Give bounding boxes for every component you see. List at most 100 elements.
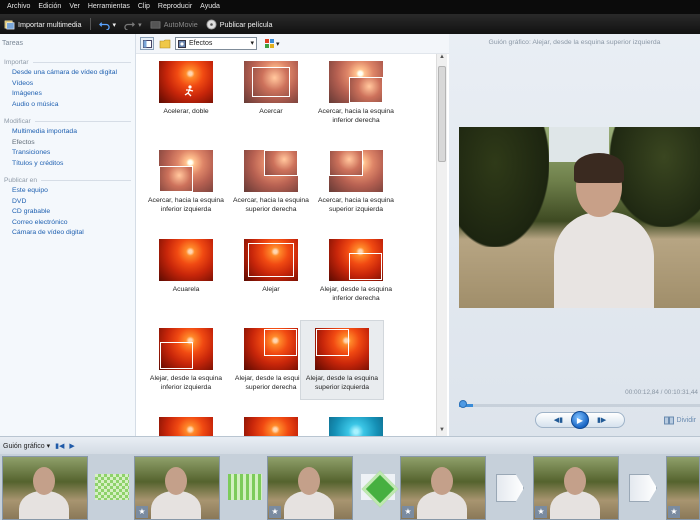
tasks-group-title: Modificar <box>0 116 135 127</box>
play-storyboard-icon[interactable]: ▶ <box>69 442 74 450</box>
task-transitions[interactable]: Transiciones <box>0 148 135 159</box>
storyboard-clip[interactable]: ★ <box>666 456 700 520</box>
task-imported-media[interactable]: Multimedia importada <box>0 127 135 138</box>
preview-monitor <box>459 127 700 308</box>
next-frame-icon[interactable]: ▮▶ <box>597 416 606 424</box>
effect-item[interactable] <box>314 417 398 436</box>
play-icon[interactable]: ▶ <box>571 411 589 429</box>
effect-item[interactable]: Acercar, hacia la esquina superior derec… <box>229 150 313 214</box>
storyboard-view-dropdown[interactable]: Guión gráfico ▾ <box>3 442 50 450</box>
storyboard-label: Guión gráfico <box>3 442 45 450</box>
transition-placeholder[interactable] <box>494 474 528 500</box>
seek-handle[interactable] <box>459 400 467 408</box>
preview-pane: Guión gráfico: Alejar, desde la esquina … <box>449 34 700 436</box>
task-from-dv-camera[interactable]: Desde una cámara de vídeo digital <box>0 68 135 79</box>
undo-dropdown-icon[interactable]: ▾ <box>113 20 117 29</box>
effect-item[interactable]: Acercar <box>229 61 313 117</box>
tasks-group-edit: Modificar Multimedia importada Efectos T… <box>0 116 135 169</box>
effect-item[interactable]: Alejar, desde la esquina inferior derech… <box>314 239 398 303</box>
publish-movie-button[interactable]: Publicar película <box>206 18 272 30</box>
task-audio-music[interactable]: Audio o música <box>0 100 135 111</box>
collections-folder-button[interactable] <box>158 37 171 50</box>
redo-dropdown-icon[interactable]: ▾ <box>138 20 142 29</box>
task-recordable-cd[interactable]: CD grabable <box>0 207 135 218</box>
menu-ver[interactable]: Ver <box>65 0 84 14</box>
scene-body <box>554 212 654 308</box>
effect-item[interactable]: Acelerar, doble <box>144 61 228 117</box>
storyboard-clip[interactable]: ★ <box>533 456 619 520</box>
scroll-down-icon[interactable]: ▼ <box>437 427 447 436</box>
tasks-group-publish: Publicar en Este equipo DVD CD grabable … <box>0 175 135 239</box>
transition-bars[interactable] <box>228 474 262 500</box>
effect-item[interactable]: Alejar, desde la esquina inferior izquie… <box>144 328 228 392</box>
menu-clip[interactable]: Clip <box>134 0 154 14</box>
clip-person <box>284 491 334 519</box>
collection-scrollbar[interactable]: ▲ ▼ <box>436 54 447 436</box>
star-icon: ★ <box>535 506 547 518</box>
timecode: 00:00:12,84 / 00:10:31,44 <box>625 389 698 396</box>
effect-item[interactable] <box>229 417 313 436</box>
effect-item[interactable]: Acercar, hacia la esquina superior izqui… <box>314 150 398 214</box>
menu-reproducir[interactable]: Reproducir <box>154 0 196 14</box>
scene-tree <box>459 127 549 247</box>
menu-archivo[interactable]: Archivo <box>3 0 34 14</box>
collection-pane: Efectos ▾ ▾ Acelerar, doble Acercar Acer… <box>136 34 449 436</box>
rewind-storyboard-icon[interactable]: ▮◀ <box>55 442 64 450</box>
toolbar: Importar multimedia ▾ ▾ AutoMovie Public… <box>0 14 700 34</box>
effect-item[interactable]: Acercar, hacia la esquina inferior derec… <box>314 61 398 125</box>
effect-thumbnail <box>244 61 298 103</box>
tasks-group-title: Publicar en <box>0 175 135 186</box>
previous-frame-icon[interactable]: ◀▮ <box>554 416 563 424</box>
effect-item[interactable]: Alejar <box>229 239 313 295</box>
clip-person <box>151 491 201 519</box>
split-button[interactable]: Dividir <box>663 416 696 425</box>
task-titles-credits[interactable]: Títulos y créditos <box>0 159 135 170</box>
view-options-button[interactable]: ▾ <box>265 39 280 48</box>
effect-item-selected[interactable]: Alejar, desde la esquina superior izquie… <box>300 320 384 400</box>
scrollbar-thumb[interactable] <box>438 66 446 162</box>
task-images[interactable]: Imágenes <box>0 89 135 100</box>
task-videos[interactable]: Vídeos <box>0 79 135 90</box>
zoom-frame <box>349 77 383 103</box>
menu-edicion[interactable]: Edición <box>34 0 65 14</box>
transition-checker[interactable] <box>95 474 129 500</box>
transition-diamond[interactable] <box>361 474 395 500</box>
task-email[interactable]: Correo electrónico <box>0 218 135 229</box>
collection-select[interactable]: Efectos ▾ <box>175 37 257 50</box>
effect-thumbnail <box>329 417 383 436</box>
effect-thumbnail <box>244 328 298 370</box>
star-icon: ★ <box>668 506 680 518</box>
effect-label: Alejar, desde la esquina inferior derech… <box>319 286 393 302</box>
scene-hair <box>574 153 624 183</box>
redo-button[interactable]: ▾ <box>124 19 142 30</box>
undo-button[interactable]: ▾ <box>98 19 117 30</box>
show-tasks-button[interactable] <box>140 37 154 50</box>
effect-label: Acuarela <box>172 286 200 293</box>
effect-item[interactable]: Acercar, hacia la esquina inferior izqui… <box>144 150 228 214</box>
clip-person-head <box>564 467 586 495</box>
task-dv-camera[interactable]: Cámara de vídeo digital <box>0 228 135 239</box>
seek-bar[interactable] <box>459 404 700 407</box>
storyboard-clip[interactable]: ★ <box>400 456 486 520</box>
effect-item[interactable]: Acuarela <box>144 239 228 295</box>
toolbar-separator <box>89 18 91 30</box>
menu-herramientas[interactable]: Herramientas <box>84 0 134 14</box>
storyboard-clip[interactable]: ★ <box>134 456 220 520</box>
thumbnails-view-icon <box>265 39 274 48</box>
effect-thumbnail <box>159 239 213 281</box>
automovie-button[interactable]: AutoMovie <box>150 19 198 30</box>
zoom-frame <box>329 150 363 176</box>
task-this-computer[interactable]: Este equipo <box>0 186 135 197</box>
preview-title: Guión gráfico: Alejar, desde la esquina … <box>488 39 661 46</box>
task-dvd[interactable]: DVD <box>0 197 135 208</box>
effect-thumbnail <box>159 150 213 192</box>
effects-icon <box>178 39 186 48</box>
storyboard-clip[interactable] <box>2 456 88 520</box>
import-media-button[interactable]: Importar multimedia <box>4 19 82 30</box>
scroll-up-icon[interactable]: ▲ <box>437 54 447 63</box>
zoom-frame <box>160 342 193 369</box>
effect-item[interactable] <box>144 417 228 436</box>
transition-placeholder[interactable] <box>627 474 661 500</box>
storyboard-clip[interactable]: ★ <box>267 456 353 520</box>
menu-ayuda[interactable]: Ayuda <box>196 0 224 14</box>
